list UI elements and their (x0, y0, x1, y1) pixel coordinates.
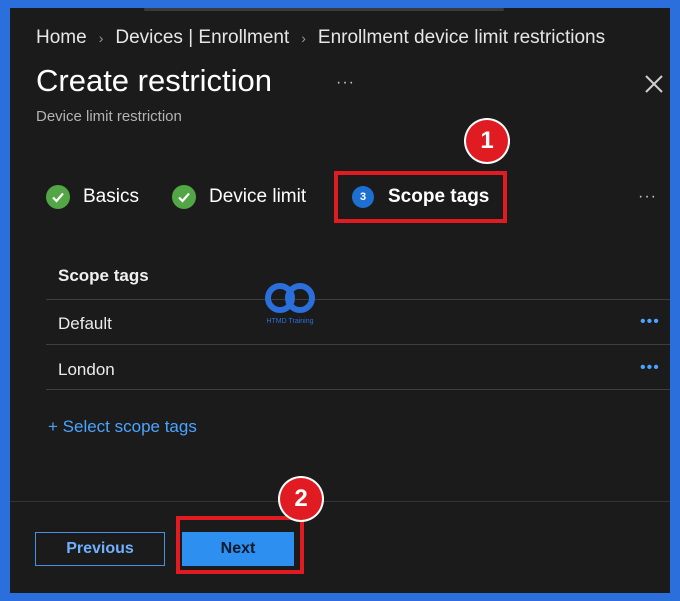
callout-badge-2: 2 (280, 478, 322, 520)
page-title: Create restriction (36, 63, 273, 98)
step-label: Device limit (209, 186, 307, 207)
table-row-default: Default (58, 314, 112, 333)
breadcrumb: Home › Devices | Enrollment › Enrollment… (36, 26, 605, 50)
close-icon[interactable] (644, 74, 664, 94)
highlight-box-next (176, 516, 304, 574)
steps-more-button[interactable]: ··· (638, 188, 657, 206)
step-basics[interactable]: Basics (46, 182, 139, 212)
breadcrumb-devices-enrollment[interactable]: Devices | Enrollment (115, 27, 289, 49)
watermark-logo: HTMD Training (258, 280, 322, 330)
watermark-text: HTMD Training (266, 318, 314, 325)
table-divider (46, 344, 670, 345)
title-more-button[interactable]: ··· (336, 74, 355, 92)
select-scope-tags-link[interactable]: + Select scope tags (48, 417, 197, 437)
callout-badge-1: 1 (466, 120, 508, 162)
checkmark-icon (46, 185, 70, 209)
table-header-scope-tags: Scope tags (58, 266, 149, 285)
blade-panel: Home › Devices | Enrollment › Enrollment… (10, 8, 670, 593)
step-label: Basics (83, 186, 139, 207)
breadcrumb-separator: › (301, 30, 306, 46)
footer-divider (10, 501, 670, 502)
highlight-box-scope-tags (334, 171, 507, 223)
page-subtitle: Device limit restriction (36, 108, 182, 125)
step-device-limit[interactable]: Device limit (172, 182, 306, 212)
previous-button[interactable]: Previous (35, 532, 165, 566)
row-actions-button[interactable]: ••• (640, 313, 660, 331)
breadcrumb-home[interactable]: Home (36, 27, 87, 49)
top-scrollbar[interactable] (144, 8, 504, 11)
watermark-icon (265, 283, 315, 313)
breadcrumb-separator: › (98, 30, 104, 46)
table-row-london: London (58, 360, 115, 379)
row-actions-button[interactable]: ••• (640, 359, 660, 377)
breadcrumb-enrollment-limit-restrictions[interactable]: Enrollment device limit restrictions (318, 27, 605, 49)
table-divider (46, 389, 670, 390)
table-divider (46, 299, 670, 300)
checkmark-icon (172, 185, 196, 209)
